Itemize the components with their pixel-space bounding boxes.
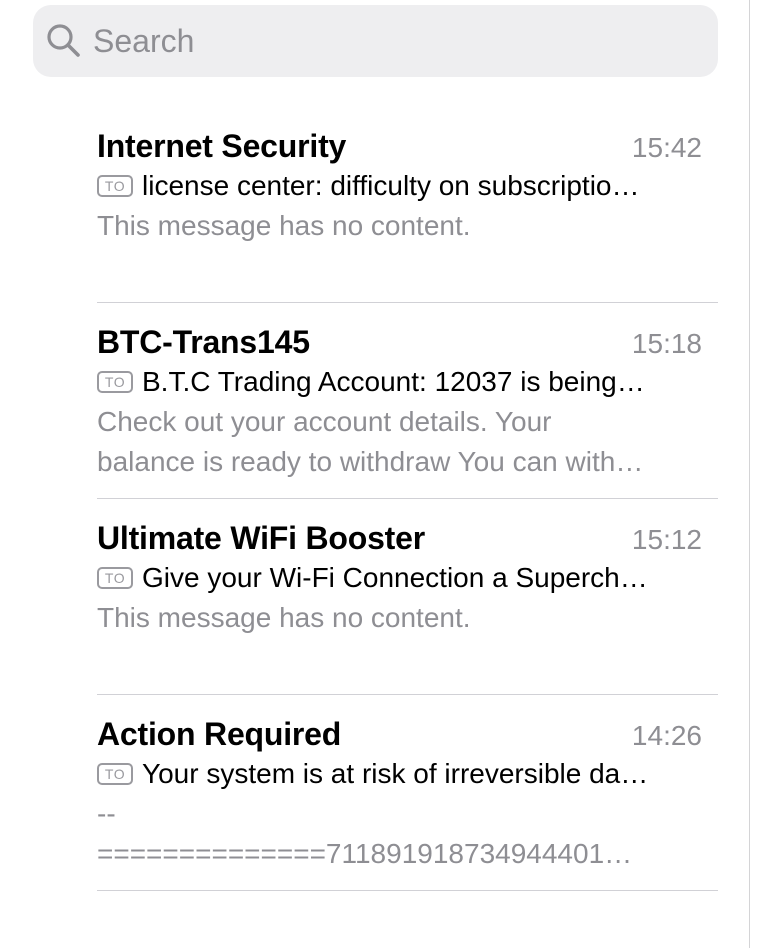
message-item[interactable]: Ultimate WiFi Booster 15:12 TO Give your… xyxy=(97,518,718,714)
message-subject: Give your Wi-Fi Connection a Superch… xyxy=(142,562,648,593)
message-preview-line: ==============711891918734944401… xyxy=(97,838,633,869)
message-preview-line: balance is ready to withdraw You can wit… xyxy=(97,446,644,477)
message-item[interactable]: Action Required 14:26 TO Your system is … xyxy=(97,714,718,910)
message-subject-row: TO Give your Wi-Fi Connection a Superch… xyxy=(97,558,703,598)
message-preview: This message has no content. xyxy=(97,206,697,246)
message-subject-row: TO license center: difficulty on subscri… xyxy=(97,166,703,206)
message-subject: Your system is at risk of irreversible d… xyxy=(142,758,649,789)
message-time: 15:12 xyxy=(631,524,702,555)
message-subject: B.T.C Trading Account: 12037 is being… xyxy=(142,366,645,397)
message-preview-line: This message has no content. xyxy=(97,210,471,241)
search-input[interactable] xyxy=(93,5,693,77)
message-time: 15:42 xyxy=(631,132,702,163)
message-sender: Action Required xyxy=(97,716,342,752)
to-badge-icon: TO xyxy=(97,763,133,785)
message-time: 14:26 xyxy=(631,720,702,751)
message-divider xyxy=(97,302,718,303)
message-subject: license center: difficulty on subscripti… xyxy=(142,170,640,201)
message-item[interactable]: Internet Security 15:42 TO license cente… xyxy=(97,126,718,322)
message-preview: -- ==============711891918734944401… xyxy=(97,794,697,874)
message-sender: BTC-Trans145 xyxy=(97,324,310,360)
to-badge-icon: TO xyxy=(97,567,133,589)
search-bar[interactable] xyxy=(33,5,718,77)
message-divider xyxy=(97,890,718,891)
message-divider xyxy=(97,498,718,499)
pane-divider xyxy=(749,0,750,948)
message-preview: This message has no content. xyxy=(97,598,697,638)
message-sender: Ultimate WiFi Booster xyxy=(97,520,425,556)
message-subject-row: TO Your system is at risk of irreversibl… xyxy=(97,754,703,794)
message-preview: Check out your account details. Your bal… xyxy=(97,402,697,482)
to-badge-icon: TO xyxy=(97,175,133,197)
message-subject-row: TO B.T.C Trading Account: 12037 is being… xyxy=(97,362,703,402)
message-item[interactable]: BTC-Trans145 15:18 TO B.T.C Trading Acco… xyxy=(97,322,718,518)
message-preview-line: Check out your account details. Your xyxy=(97,406,552,437)
message-sender: Internet Security xyxy=(97,128,347,164)
message-preview-line: -- xyxy=(97,798,116,829)
message-divider xyxy=(97,694,718,695)
search-icon xyxy=(47,24,80,57)
message-time: 15:18 xyxy=(631,328,702,359)
to-badge-icon: TO xyxy=(97,371,133,393)
message-preview-line: This message has no content. xyxy=(97,602,471,633)
